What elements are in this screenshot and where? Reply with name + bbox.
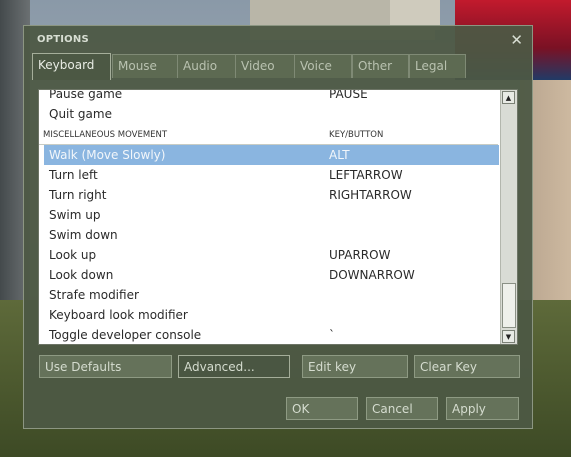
key-label: `	[329, 328, 335, 342]
advanced-button[interactable]: Advanced...	[178, 355, 290, 378]
action-label: Walk (Move Slowly)	[49, 148, 166, 162]
key-label: ALT	[329, 148, 350, 162]
section-header: MISCELLANEOUS MOVEMENT KEY/BUTTON	[39, 124, 498, 145]
options-dialog: OPTIONS ✕ Keyboard Mouse Audio Video Voi…	[23, 25, 533, 429]
column-header-key: KEY/BUTTON	[329, 130, 384, 140]
list-item[interactable]: Strafe modifier	[39, 285, 501, 305]
section-title: MISCELLANEOUS MOVEMENT	[43, 130, 168, 140]
list-item[interactable]: Swim up	[39, 205, 501, 225]
close-icon[interactable]: ✕	[510, 31, 523, 49]
action-label: Swim down	[49, 228, 118, 242]
action-label: Look up	[49, 248, 97, 262]
list-item[interactable]: Toggle developer console `	[39, 325, 501, 344]
action-label: Pause game	[49, 89, 123, 101]
key-label: RIGHTARROW	[329, 188, 412, 202]
key-label: UPARROW	[329, 248, 391, 262]
tab-other[interactable]: Other	[352, 54, 409, 78]
list-item[interactable]: Keyboard look modifier	[39, 305, 501, 325]
list-item[interactable]: Swim down	[39, 225, 501, 245]
key-label: LEFTARROW	[329, 168, 403, 182]
list-item[interactable]: Look down DOWNARROW	[39, 265, 501, 285]
action-label: Keyboard look modifier	[49, 308, 188, 322]
key-label: PAUSE	[329, 89, 368, 101]
action-label: Quit game	[49, 107, 112, 121]
ok-button[interactable]: OK	[286, 397, 358, 420]
list-item[interactable]: Pause game PAUSE	[39, 89, 501, 104]
scroll-down-icon[interactable]: ▼	[502, 330, 515, 343]
tab-voice[interactable]: Voice	[294, 54, 352, 78]
use-defaults-button[interactable]: Use Defaults	[39, 355, 172, 378]
action-label: Turn right	[49, 188, 107, 202]
list-item[interactable]: Look up UPARROW	[39, 245, 501, 265]
action-label: Look down	[49, 268, 114, 282]
key-bindings-list[interactable]: Pause game PAUSE Quit game MISCELLANEOUS…	[38, 89, 518, 345]
apply-button[interactable]: Apply	[446, 397, 519, 420]
list-item[interactable]: Turn left LEFTARROW	[39, 165, 501, 185]
tab-audio[interactable]: Audio	[177, 54, 236, 78]
list-item[interactable]: Turn right RIGHTARROW	[39, 185, 501, 205]
tab-keyboard[interactable]: Keyboard	[32, 53, 111, 80]
list-item[interactable]: Quit game	[39, 104, 501, 124]
scroll-thumb[interactable]	[502, 283, 516, 328]
key-label: DOWNARROW	[329, 268, 415, 282]
tab-video[interactable]: Video	[235, 54, 295, 78]
list-scrollbar[interactable]: ▲ ▼	[500, 90, 517, 344]
dialog-title: OPTIONS	[37, 34, 89, 45]
list-item-selected[interactable]: Walk (Move Slowly) ALT	[44, 145, 499, 165]
action-label: Swim up	[49, 208, 101, 222]
action-label: Strafe modifier	[49, 288, 139, 302]
scroll-up-icon[interactable]: ▲	[502, 91, 515, 104]
clear-key-button[interactable]: Clear Key	[414, 355, 520, 378]
tab-legal[interactable]: Legal	[409, 54, 466, 78]
edit-key-button[interactable]: Edit key	[302, 355, 408, 378]
action-label: Turn left	[49, 168, 98, 182]
tab-mouse[interactable]: Mouse	[112, 54, 179, 78]
cancel-button[interactable]: Cancel	[366, 397, 438, 420]
action-label: Toggle developer console	[49, 328, 202, 342]
